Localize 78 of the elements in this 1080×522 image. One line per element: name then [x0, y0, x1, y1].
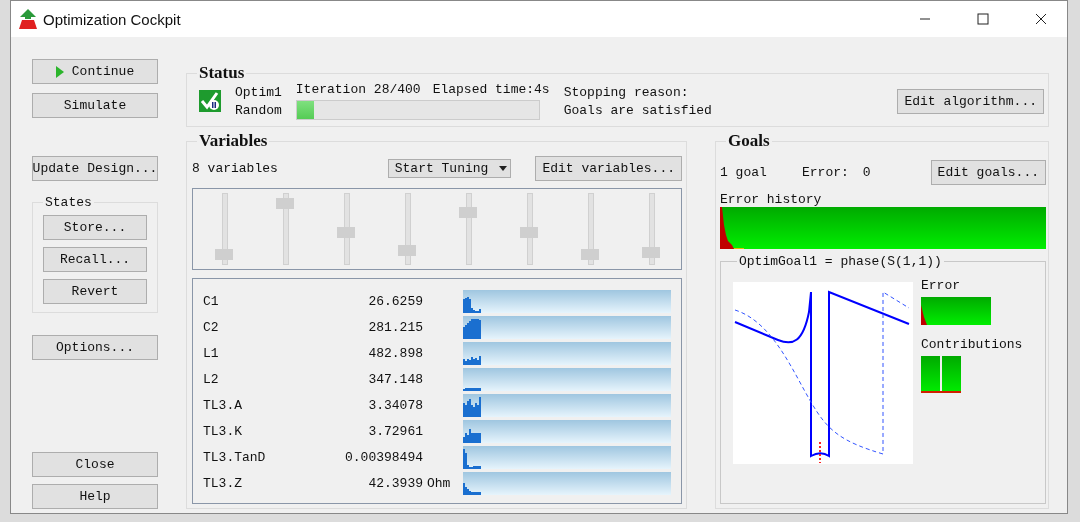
histogram-drawing	[463, 397, 481, 417]
slider-thumb[interactable]	[275, 197, 294, 209]
variable-value: 482.898	[368, 346, 423, 361]
histogram-drawing	[463, 356, 481, 365]
slider[interactable]	[214, 193, 233, 265]
optimizer-method: Random	[235, 102, 282, 118]
slider[interactable]	[336, 193, 355, 265]
dialog-button[interactable]: Close	[32, 452, 158, 477]
error-history-label: Error history	[720, 192, 823, 207]
goal-error-label: Error	[921, 278, 961, 293]
slider[interactable]	[641, 193, 660, 265]
variable-name: TL3.A	[203, 398, 243, 413]
variable-name: TL3.K	[203, 424, 243, 439]
variable-value: 347.148	[368, 372, 423, 387]
slider[interactable]	[458, 193, 477, 265]
options-button[interactable]: Options...	[32, 335, 158, 360]
elapsed-label: Elapsed time:4s	[432, 82, 550, 97]
iteration-label: Iteration 28/400	[295, 82, 421, 97]
slider-thumb[interactable]	[336, 226, 355, 238]
error-label: Error:	[802, 164, 849, 180]
error-value: 0	[862, 164, 872, 180]
histogram-drawing	[463, 297, 481, 313]
close-icon	[1035, 13, 1047, 25]
check-pause-icon	[199, 90, 221, 112]
side-button[interactable]: Simulate	[32, 93, 158, 118]
slider-thumb[interactable]	[397, 244, 416, 256]
edit-goals-button[interactable]: Edit goals...	[930, 159, 1046, 185]
side-button[interactable]: Update Design...	[32, 156, 158, 181]
slider-thumb[interactable]	[214, 249, 233, 261]
histogram-drawing	[463, 429, 481, 443]
slider[interactable]	[519, 193, 538, 265]
stopping-reason: Goals are satisfied	[563, 102, 713, 118]
stopping-label: Stopping reason:	[563, 84, 690, 100]
variable-value: 0.00398494	[345, 450, 423, 465]
slider[interactable]	[397, 193, 416, 265]
dialog-button[interactable]: Help	[32, 484, 158, 509]
variable-value: 42.3939	[368, 476, 423, 491]
slider-thumb[interactable]	[519, 226, 538, 238]
start-tuning-button[interactable]: Start Tuning	[387, 158, 512, 178]
variable-name: C1	[203, 294, 220, 309]
variable-name: L1	[203, 346, 220, 361]
states-button[interactable]: Store...	[43, 215, 147, 240]
states-button[interactable]: Recall...	[43, 247, 147, 272]
variable-value: 3.34078	[368, 398, 423, 413]
slider[interactable]	[275, 193, 294, 265]
continue-button[interactable]: Continue	[32, 59, 158, 84]
variable-name: TL3.Z	[203, 476, 243, 491]
goal-count: 1 goal	[720, 164, 768, 180]
slider[interactable]	[580, 193, 599, 265]
variable-value: 26.6259	[368, 294, 423, 309]
window-title: Optimization Cockpit	[43, 10, 182, 28]
contributions-chart	[921, 356, 961, 393]
states-button[interactable]: Revert	[43, 279, 147, 304]
goal-marker	[819, 441, 821, 464]
slider-thumb[interactable]	[641, 247, 660, 259]
goal-title: OptimGoal1 = phase(S(1,1))	[737, 254, 944, 269]
variable-name: C2	[203, 320, 220, 335]
minimize-icon	[919, 18, 931, 20]
slider-thumb[interactable]	[458, 207, 477, 219]
variable-name: TL3.TanD	[203, 450, 267, 465]
histogram-drawing	[463, 449, 481, 469]
variables-count: 8 variables	[192, 160, 279, 176]
optimizer-name: Optim1	[235, 84, 282, 100]
edit-variables-button[interactable]: Edit variables...	[535, 155, 682, 181]
histogram-drawing	[463, 483, 481, 495]
arrow-logo-icon	[19, 9, 37, 29]
histogram-drawing	[463, 319, 481, 339]
contributions-label: Contributions	[921, 337, 1023, 352]
variable-name: L2	[203, 372, 220, 387]
variable-unit: Ohm	[427, 476, 451, 491]
histogram-drawing	[463, 388, 481, 391]
play-icon	[55, 65, 64, 78]
slider-thumb[interactable]	[580, 249, 599, 261]
goal-error-chart	[921, 297, 991, 325]
variable-value: 3.72961	[368, 424, 423, 439]
maximize-icon	[977, 13, 989, 25]
variable-value: 281.215	[368, 320, 423, 335]
edit-algorithm-button[interactable]: Edit algorithm...	[897, 88, 1044, 114]
